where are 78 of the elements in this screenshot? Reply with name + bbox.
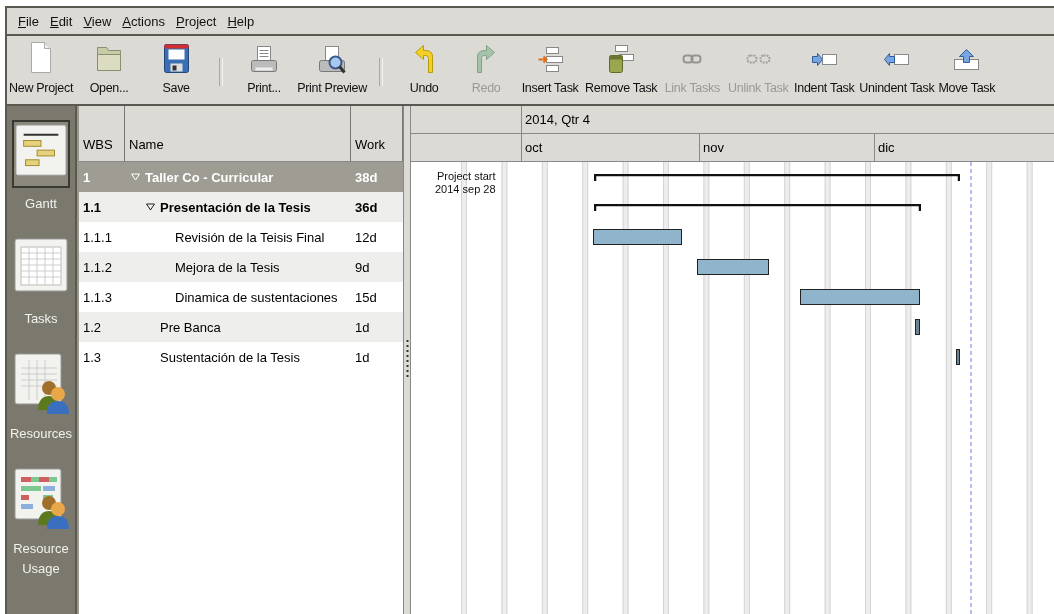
menu-item[interactable]: Help (222, 13, 261, 29)
save-button[interactable]: Save (143, 36, 210, 104)
task-name-cell: Presentación de la Tesis (160, 199, 311, 215)
wbs-cell-text: 1.1.3 (82, 289, 113, 305)
people-usage-sheet-icon (13, 467, 69, 531)
menu-item[interactable]: File (13, 13, 45, 29)
task-row[interactable]: 1.3 Sustentación de la Tesis 1d (79, 342, 403, 372)
view-tab[interactable]: Resources (7, 336, 75, 451)
summary-bar[interactable] (594, 174, 960, 182)
column-header[interactable]: Name (125, 106, 351, 161)
remove-task-button[interactable]: Remove Task (583, 36, 660, 104)
unindent-arrow-icon (883, 51, 911, 67)
task-row[interactable]: 1.1.2 Mejora de la Tesis 9d (79, 252, 403, 282)
undo-button[interactable]: Undo (393, 36, 456, 104)
column-header[interactable]: WBS (79, 106, 125, 161)
task-bar[interactable] (800, 289, 920, 305)
wbs-cell-text: 1.1.1 (82, 229, 113, 245)
wbs-cell-text: 1.1.2 (82, 259, 113, 275)
task-name-cell: Pre Banca (160, 319, 221, 335)
timescale-month: nov (699, 133, 874, 161)
trash-bin-icon (607, 44, 635, 74)
print-preview-icon (318, 44, 347, 74)
print-button[interactable]: Print... (233, 36, 296, 104)
wbs-cell-text: 1.1 (82, 199, 103, 215)
work-cell-text: 9d (354, 259, 371, 275)
task-bar[interactable] (915, 319, 920, 335)
document-icon (30, 41, 53, 74)
menu-item[interactable]: Actions (117, 13, 171, 29)
task-name-cell: Dinamica de sustentaciones (175, 289, 338, 305)
insert-task-icon (536, 45, 564, 73)
indent-arrow-icon (810, 51, 838, 67)
broken-chain-icon (745, 54, 771, 64)
task-bar[interactable] (956, 349, 960, 365)
work-cell-text: 36d (354, 199, 379, 215)
task-name-cell: Revisión de la Teisis Final (175, 229, 325, 245)
task-bar[interactable] (697, 259, 769, 275)
work-cell-text: 12d (354, 229, 378, 245)
view-tab[interactable]: Resource Usage (7, 451, 75, 579)
indent-task-button[interactable]: Indent Task (791, 36, 858, 104)
task-row[interactable]: 1.1.3 Dinamica de sustentaciones 15d (79, 282, 403, 312)
splitter-grip-icon[interactable] (405, 340, 409, 380)
open-button[interactable]: Open... (75, 36, 144, 104)
folder-icon (96, 46, 123, 72)
print-preview-button[interactable]: Print Preview (295, 36, 370, 104)
move-task-button[interactable]: Move Task (936, 36, 998, 104)
menu-item[interactable]: View (78, 13, 118, 29)
menu-item[interactable]: Edit (44, 13, 79, 29)
menu-item[interactable]: Project (170, 13, 223, 29)
disclosure-triangle-icon[interactable] (146, 203, 155, 211)
task-row[interactable]: 1.2 Pre Banca 1d (79, 312, 403, 342)
work-cell-text: 15d (354, 289, 378, 305)
move-up-arrow-icon (953, 47, 981, 71)
task-name-cell: Sustentación de la Tesis (160, 349, 300, 365)
timescale-quarter: 2014, Qtr 4 (521, 106, 1054, 133)
undo-arrow-icon (414, 44, 435, 74)
work-cell-text: 1d (354, 349, 371, 365)
timescale-month: oct (521, 133, 699, 161)
new-project-button[interactable]: New Project (7, 36, 76, 104)
work-cell-text: 1d (354, 319, 371, 335)
wbs-cell-text: 1.3 (82, 349, 103, 365)
task-row[interactable]: 1.1.1 Revisión de la Teisis Final 12d (79, 222, 403, 252)
task-row[interactable]: 1.1 Presentación de la Tesis 36d (79, 192, 403, 222)
timescale-month: dic (874, 133, 1054, 161)
view-tab[interactable]: Tasks (7, 221, 75, 336)
redo-arrow-icon (476, 44, 497, 74)
work-cell-text: 38d (354, 169, 379, 185)
project-start-label: Project start 2014 sep 28 (435, 170, 496, 196)
task-name-cell: Mejora de la Tesis (175, 259, 280, 275)
summary-bar[interactable] (594, 204, 921, 212)
unindent-task-button[interactable]: Unindent Task (857, 36, 937, 104)
task-name-cell: Taller Co - Curricular (145, 169, 274, 185)
chain-link-icon (682, 54, 703, 64)
people-sheet-icon (13, 352, 69, 416)
task-bar[interactable] (593, 229, 682, 245)
printer-icon (250, 45, 279, 73)
insert-task-button[interactable]: Insert Task (517, 36, 584, 104)
wbs-cell-text: 1 (82, 169, 92, 185)
wbs-cell-text: 1.2 (82, 319, 103, 335)
